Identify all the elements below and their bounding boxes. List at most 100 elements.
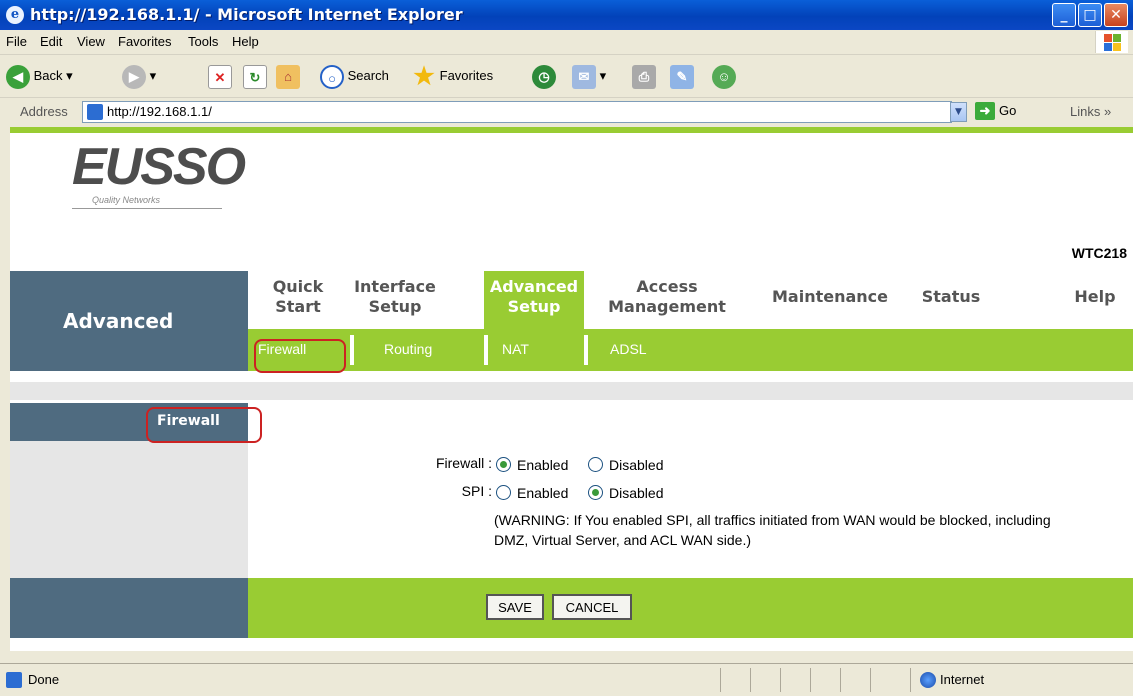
history-button[interactable]: ◷ bbox=[532, 63, 556, 89]
logo-text: EUSSO bbox=[72, 138, 246, 196]
status-divider bbox=[870, 668, 871, 692]
eusso-logo: EUSSO Quality Networks bbox=[72, 138, 246, 211]
favorites-label: Favorites bbox=[439, 68, 494, 83]
zone-text: Internet bbox=[940, 672, 985, 687]
tab-label: Status bbox=[921, 287, 981, 306]
refresh-icon: ↻ bbox=[243, 64, 267, 89]
spi-disabled-radio[interactable] bbox=[588, 485, 603, 500]
page-icon bbox=[87, 104, 103, 120]
menu-view[interactable]: View bbox=[77, 34, 105, 49]
status-divider bbox=[750, 668, 751, 692]
tab-label: Start bbox=[275, 297, 321, 316]
links-label: Links bbox=[1070, 104, 1101, 119]
go-button[interactable]: ➜ Go bbox=[975, 102, 1016, 120]
links-button[interactable]: Links » bbox=[1070, 104, 1111, 119]
logo-underline bbox=[72, 208, 222, 209]
highlight-circle-heading bbox=[146, 407, 262, 443]
menu-file[interactable]: File bbox=[6, 34, 27, 49]
windows-logo-icon bbox=[1095, 31, 1128, 53]
tab-status[interactable]: Status bbox=[916, 287, 986, 307]
highlight-circle-subtab bbox=[254, 339, 346, 373]
tab-advanced-setup[interactable]: Advanced Setup bbox=[484, 271, 584, 329]
browser-toolbar: ◀ Back ▾ ▶ ▾ ✕ ↻ ⌂ ○ Search ★ Favorites … bbox=[0, 55, 1133, 98]
tab-label: Maintenance bbox=[771, 287, 888, 306]
sub-tabs: Firewall Routing NAT ADSL bbox=[248, 329, 1133, 371]
search-label: Search bbox=[347, 68, 389, 83]
home-button[interactable]: ⌂ bbox=[276, 63, 300, 89]
save-button[interactable]: SAVE bbox=[486, 594, 544, 620]
cancel-button[interactable]: CANCEL bbox=[552, 594, 632, 620]
close-button[interactable]: ✕ bbox=[1104, 3, 1128, 27]
refresh-button[interactable]: ↻ bbox=[243, 63, 267, 89]
tab-label: Interface bbox=[354, 277, 436, 296]
history-icon: ◷ bbox=[532, 64, 556, 89]
subtab-nat[interactable]: NAT bbox=[502, 341, 529, 357]
warning-line: (WARNING: If You enabled SPI, all traffi… bbox=[494, 512, 1051, 528]
address-url: http://192.168.1.1/ bbox=[107, 104, 212, 119]
subtab-adsl[interactable]: ADSL bbox=[610, 341, 647, 357]
subtab-separator bbox=[584, 335, 588, 365]
status-text: Done bbox=[28, 672, 60, 687]
mail-icon: ✉ bbox=[572, 64, 596, 89]
mail-button[interactable]: ✉ ▾ bbox=[572, 63, 606, 89]
subtab-separator bbox=[484, 335, 488, 365]
tab-maintenance[interactable]: Maintenance bbox=[760, 287, 900, 307]
spi-enabled-label: Enabled bbox=[517, 485, 569, 501]
search-button[interactable]: ○ Search bbox=[320, 63, 389, 89]
status-divider bbox=[910, 668, 911, 692]
messenger-icon: ☺ bbox=[712, 64, 736, 89]
warning-line: DMZ, Virtual Server, and ACL WAN side.) bbox=[494, 532, 752, 548]
back-button[interactable]: ◀ Back ▾ bbox=[6, 63, 73, 89]
tab-interface-setup[interactable]: Interface Setup bbox=[350, 277, 440, 317]
edit-button[interactable]: ✎ bbox=[670, 63, 694, 89]
address-input[interactable]: http://192.168.1.1/ bbox=[82, 101, 952, 123]
status-divider bbox=[810, 668, 811, 692]
forward-arrow-icon: ▶ bbox=[122, 64, 146, 89]
firewall-disabled-label: Disabled bbox=[609, 457, 664, 473]
router-page: EUSSO Quality Networks WTC218 Advanced Q… bbox=[10, 127, 1133, 651]
firewall-disabled-radio[interactable] bbox=[588, 457, 603, 472]
main-tabs: Quick Start Interface Setup Advanced Set… bbox=[248, 271, 1133, 329]
tab-label: Setup bbox=[368, 297, 422, 316]
home-icon: ⌂ bbox=[276, 64, 300, 89]
tab-label: Help bbox=[1074, 287, 1116, 306]
internet-zone-icon bbox=[920, 672, 936, 688]
window-title: http://192.168.1.1/ - Microsoft Internet… bbox=[30, 5, 463, 24]
menu-edit[interactable]: Edit bbox=[40, 34, 62, 49]
maximize-button[interactable]: □ bbox=[1078, 3, 1102, 27]
print-button[interactable]: ⎙ bbox=[632, 63, 656, 89]
firewall-form: Firewall : Enabled Disabled SPI : Enable… bbox=[248, 403, 1133, 578]
go-label: Go bbox=[999, 103, 1017, 118]
status-divider bbox=[780, 668, 781, 692]
spi-enabled-radio[interactable] bbox=[496, 485, 511, 500]
button-bar: SAVE CANCEL bbox=[248, 578, 1133, 638]
section-header: Advanced bbox=[10, 271, 248, 371]
status-bar: Done Internet bbox=[0, 663, 1133, 696]
minimize-button[interactable]: _ bbox=[1052, 3, 1076, 27]
menu-tools[interactable]: Tools bbox=[188, 34, 218, 49]
spi-disabled-label: Disabled bbox=[609, 485, 664, 501]
messenger-button[interactable]: ☺ bbox=[712, 63, 736, 89]
firewall-label: Firewall : bbox=[435, 455, 492, 471]
forward-button[interactable]: ▶ ▾ bbox=[122, 63, 156, 89]
stop-icon: ✕ bbox=[208, 64, 232, 89]
edit-icon: ✎ bbox=[670, 64, 694, 89]
tab-label: Quick bbox=[272, 277, 324, 296]
firewall-enabled-label: Enabled bbox=[517, 457, 569, 473]
menu-bar: File Edit View Favorites Tools Help bbox=[0, 30, 1133, 55]
menu-favorites[interactable]: Favorites bbox=[118, 34, 171, 49]
favorites-button[interactable]: ★ Favorites bbox=[412, 63, 493, 89]
section-title: Advanced bbox=[63, 309, 174, 333]
address-dropdown-button[interactable]: ▼ bbox=[950, 102, 967, 122]
stop-button[interactable]: ✕ bbox=[208, 63, 232, 89]
address-label: Address bbox=[20, 104, 68, 119]
tab-help[interactable]: Help bbox=[1070, 287, 1120, 307]
firewall-enabled-radio[interactable] bbox=[496, 457, 511, 472]
search-icon: ○ bbox=[320, 64, 344, 89]
menu-help[interactable]: Help bbox=[232, 34, 259, 49]
tab-quick-start[interactable]: Quick Start bbox=[268, 277, 328, 317]
subtab-routing[interactable]: Routing bbox=[384, 341, 432, 357]
status-divider bbox=[720, 668, 721, 692]
tab-access-management[interactable]: Access Management bbox=[600, 277, 734, 317]
tab-label: Access bbox=[636, 277, 698, 296]
